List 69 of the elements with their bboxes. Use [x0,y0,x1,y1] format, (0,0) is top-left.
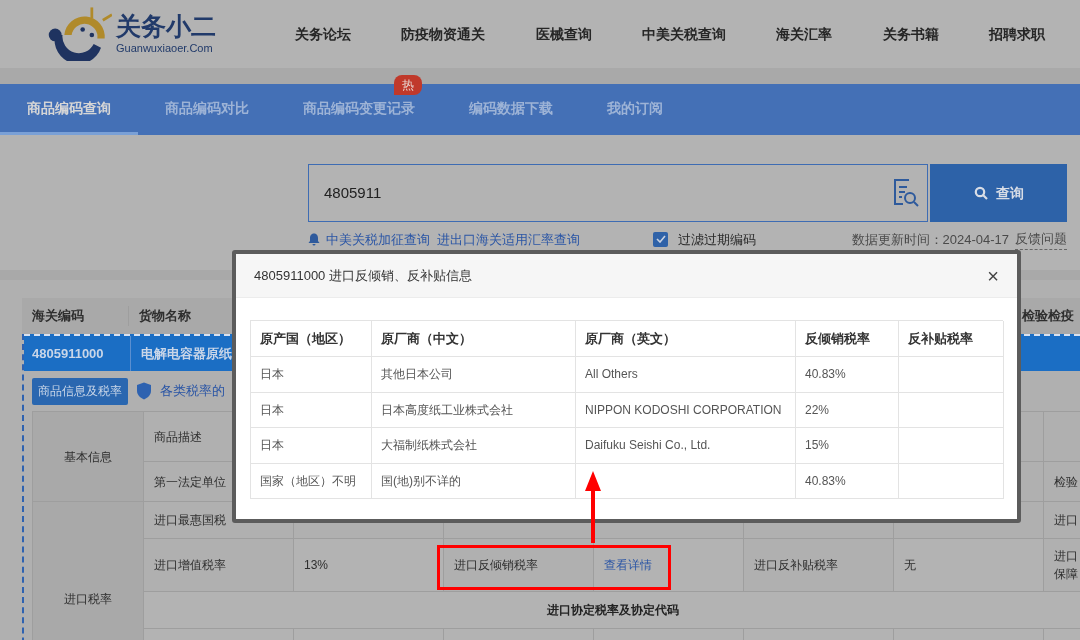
table-cell: 日本高度纸工业株式会社 [372,392,576,428]
table-cell: 15% [796,428,899,464]
table-cell: 22% [796,392,899,428]
field-label: 商品描述 [154,428,202,446]
annotation-arrow [585,471,601,543]
nav-link[interactable]: 医械查询 [535,23,592,45]
column-header: 反倾销税率 [796,321,899,357]
bell-icon [308,232,320,246]
table-cell: 日本 [251,357,372,393]
column-header: 原厂商（中文） [372,321,576,357]
tax-difference-link[interactable]: 各类税率的 [160,381,225,401]
table-cell: Daifuku Seishi Co., Ltd. [576,428,796,464]
table-cell: 大福制纸株式会社 [372,428,576,464]
column-header: 反补贴税率 [899,321,1004,357]
nav-link[interactable]: 招聘求职 [988,23,1045,45]
table-cell: 国家（地区）不明 [251,463,372,499]
quick-link[interactable]: 中美关税加征查询 [326,229,430,249]
field-label: 进口 [1054,512,1078,529]
info-button[interactable]: 商品信息及税率 [32,377,128,405]
table-cell: 日本 [251,428,372,464]
table-cell-text: 4805911000 [31,344,105,363]
details-link[interactable]: 查看详情 [604,556,652,574]
field-label: 进口最惠国税 [154,512,226,529]
section-heading: 进口协定税率及协定代码 [546,602,679,619]
hot-badge: 热 [394,75,422,95]
table-cell: All Others [576,357,796,393]
field-label: 进口增值税率 [154,557,226,574]
field-label: 进口保障 [1054,548,1078,583]
logo-icon [46,7,112,61]
nav-link[interactable]: 关务论坛 [295,23,352,45]
table-cell: 其他日本公司 [372,357,576,393]
dialog-title: 4805911000 进口反倾销、反补贴信息 [254,266,473,285]
column-header: 检验检疫 [1022,307,1075,326]
table-cell: 无 [894,539,1044,592]
logo-domain: Guanwuxiaoer.Com [116,43,214,54]
field-label: 进口反补贴税率 [754,557,838,574]
tab[interactable]: 商品编码对比 [138,84,276,135]
column-header: 原产国（地区） [251,321,372,357]
tab[interactable]: 编码数据下载 [442,84,580,135]
search-button[interactable]: 查询 [930,164,1067,222]
search-field[interactable]: 4805911 [308,164,928,222]
nav-link[interactable]: 防疫物资通关 [401,23,486,45]
table-cell: 13% [294,539,444,592]
nav-link[interactable]: 关务书籍 [882,23,939,45]
logo-name: 关务小二 [116,14,216,39]
table-cell: NIPPON KODOSHI CORPORATION [576,392,796,428]
update-time: 数据更新时间：2024-04-17 [851,230,1009,249]
search-icon [973,186,988,200]
checkbox[interactable] [653,231,668,247]
column-header: 原厂商（英文） [576,321,796,357]
column-header: 海关编码 [31,307,85,326]
shield-icon [136,382,152,400]
field-label: 进口反倾销税率 [454,557,538,574]
nav-link[interactable]: 中美关税查询 [642,23,726,45]
table-cell: 日本 [251,392,372,428]
nav-link[interactable]: 海关汇率 [776,23,833,45]
feedback-link[interactable]: 反馈问题 [1015,229,1067,250]
table-cell: 国(地)别不详的 [372,463,576,499]
close-button[interactable]: × [987,265,999,286]
field-label: 检验 [1054,473,1078,491]
group-label: 进口税率 [33,502,144,640]
tab[interactable]: 我的订阅 [580,84,690,135]
quick-link[interactable]: 进出口海关适用汇率查询 [437,229,580,249]
document-search-icon[interactable] [891,178,919,208]
group-label: 基本信息 [33,412,144,502]
table-cell: 40.83% [796,357,899,393]
table-cell: 40.83% [796,463,899,499]
field-label: 第一法定单位 [154,473,226,491]
checkbox-label: 过滤过期编码 [678,230,756,249]
